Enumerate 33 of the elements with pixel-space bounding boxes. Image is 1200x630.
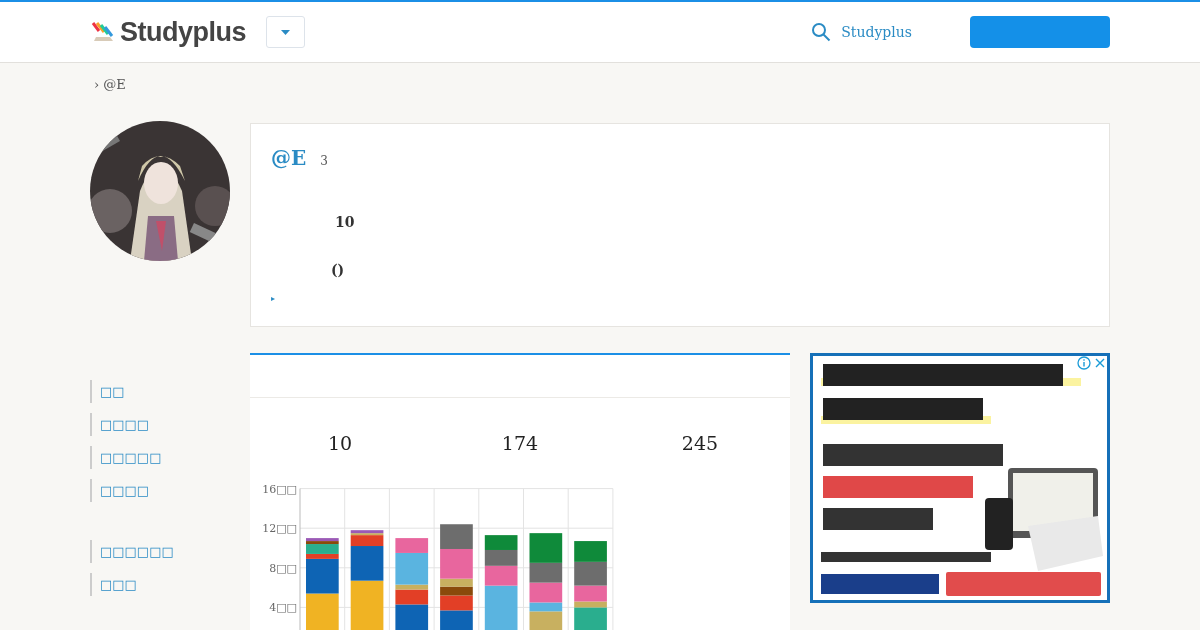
bar-segment: [306, 593, 339, 630]
bar-segment: [440, 610, 473, 630]
logo-text[interactable]: Studyplus: [120, 16, 246, 48]
bar-segment: [350, 580, 384, 630]
bar-segment: [440, 524, 473, 549]
sidebar-item[interactable]: □□□□□□: [90, 540, 182, 563]
bar-segment: [529, 533, 563, 563]
sidebar-item[interactable]: □□□□: [90, 413, 158, 436]
sidebar-item[interactable]: □□: [90, 380, 133, 403]
sidebar-item[interactable]: □□□□□: [90, 446, 170, 469]
search-link[interactable]: Studyplus: [841, 24, 912, 40]
breadcrumb: › @E: [94, 77, 126, 92]
search-icon[interactable]: [811, 22, 832, 42]
stat-number: 10: [326, 432, 354, 454]
sidebar-item[interactable]: □□□: [90, 573, 145, 596]
close-icon[interactable]: [1093, 356, 1107, 370]
axis-tick-label: 16□□: [262, 482, 297, 496]
sidebar-item[interactable]: □□□□: [90, 479, 158, 502]
expand-toggle[interactable]: ▸: [271, 294, 275, 303]
stat-text: 10: [335, 214, 355, 230]
stat-number: 245: [680, 432, 720, 454]
count-text: 3: [320, 154, 328, 168]
user-name: @E: [271, 146, 307, 170]
bar-segment: [529, 562, 563, 583]
info-icon[interactable]: [1077, 356, 1091, 370]
stat-number: 174: [500, 432, 540, 454]
bar-segment: [574, 541, 607, 562]
axis-tick-label: 8□□: [269, 561, 297, 575]
axis-tick-label: 4□□: [269, 601, 297, 615]
caret-icon: [281, 29, 290, 35]
axis-tick-label: 12□□: [262, 522, 297, 536]
note-text: (): [331, 262, 345, 278]
bar-segment: [484, 535, 518, 550]
